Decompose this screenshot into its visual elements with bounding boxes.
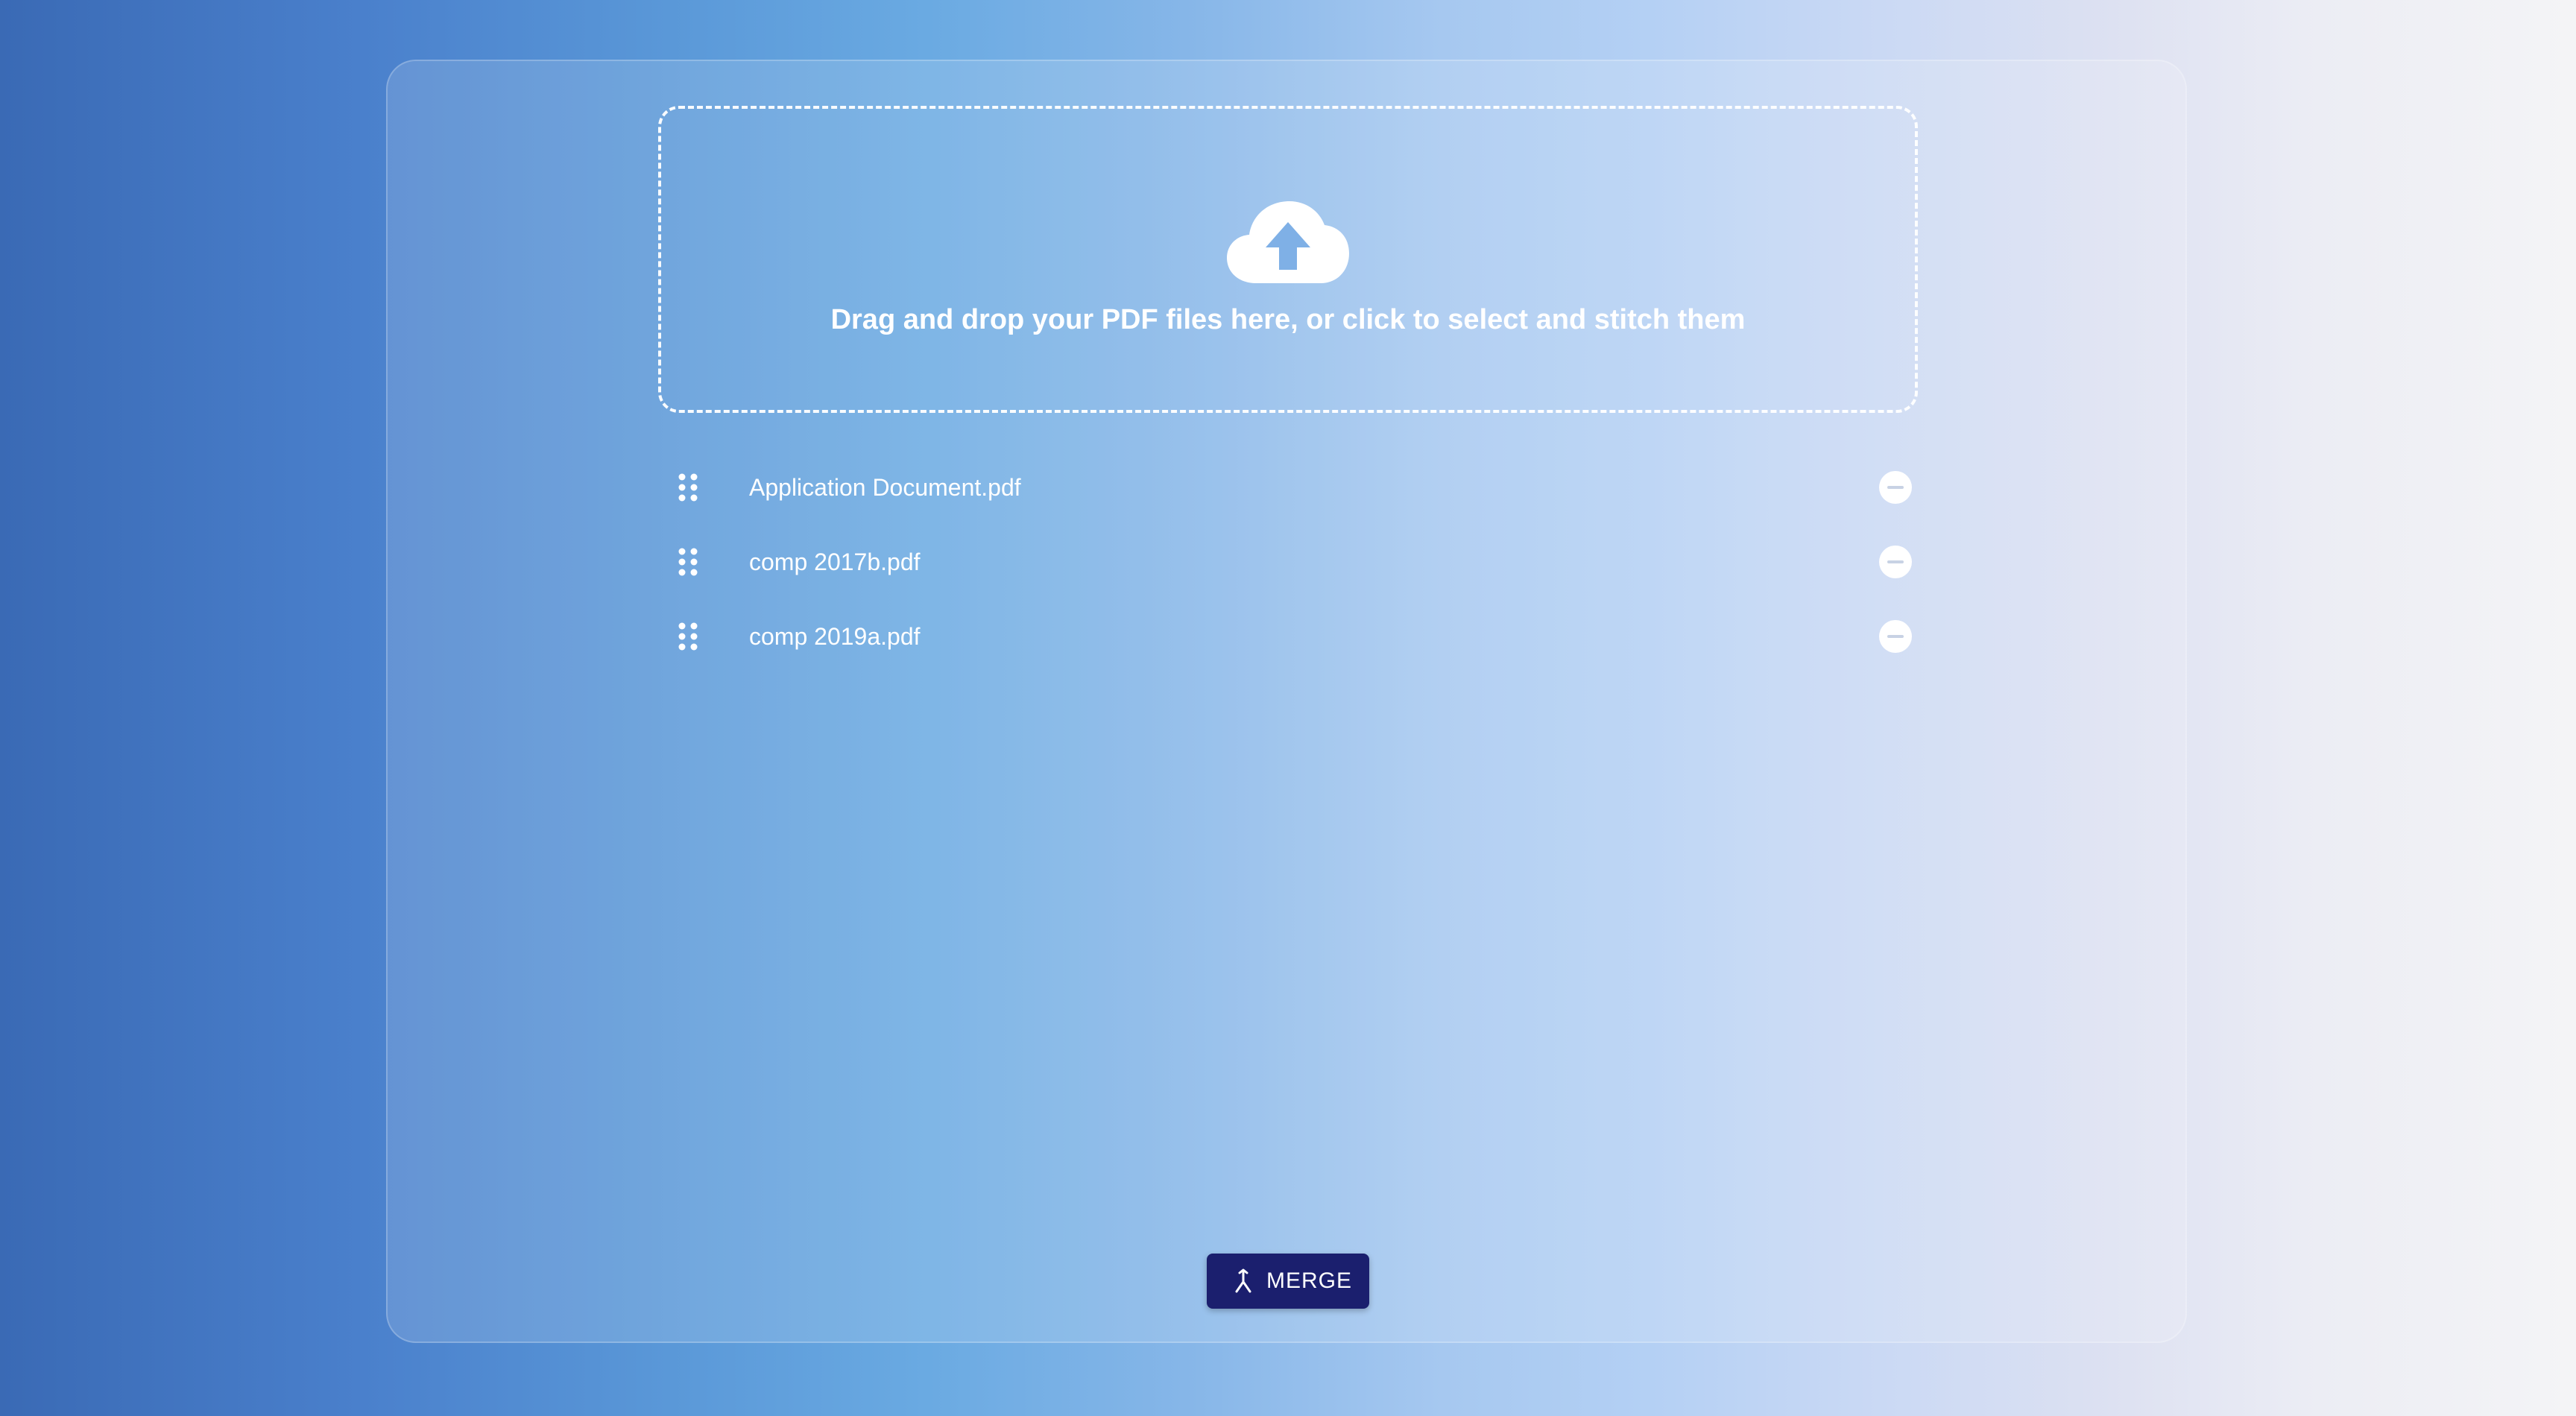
cloud-upload-icon (1227, 201, 1349, 283)
file-name: Application Document.pdf (749, 474, 1021, 501)
merge-button[interactable]: MERGE (1207, 1254, 1369, 1309)
remove-circle-icon (1887, 486, 1904, 489)
file-list-item[interactable]: Application Document.pdf (658, 458, 1918, 517)
file-list-item[interactable]: comp 2019a.pdf (658, 607, 1918, 666)
remove-file-button[interactable] (1879, 620, 1912, 653)
drag-handle-icon[interactable] (673, 546, 703, 578)
file-name: comp 2017b.pdf (749, 549, 921, 575)
remove-file-button[interactable] (1879, 471, 1912, 504)
drag-handle-icon[interactable] (673, 620, 703, 653)
merge-icon (1235, 1268, 1251, 1293)
drag-handle-icon[interactable] (673, 471, 703, 504)
remove-file-button[interactable] (1879, 546, 1912, 578)
dropzone-instructions: Drag and drop your PDF files here, or cl… (830, 304, 1746, 335)
remove-circle-icon (1887, 560, 1904, 563)
remove-circle-icon (1887, 635, 1904, 638)
file-name: comp 2019a.pdf (749, 623, 921, 650)
merge-button-label: MERGE (1266, 1268, 1353, 1293)
file-list-item[interactable]: comp 2017b.pdf (658, 532, 1918, 592)
